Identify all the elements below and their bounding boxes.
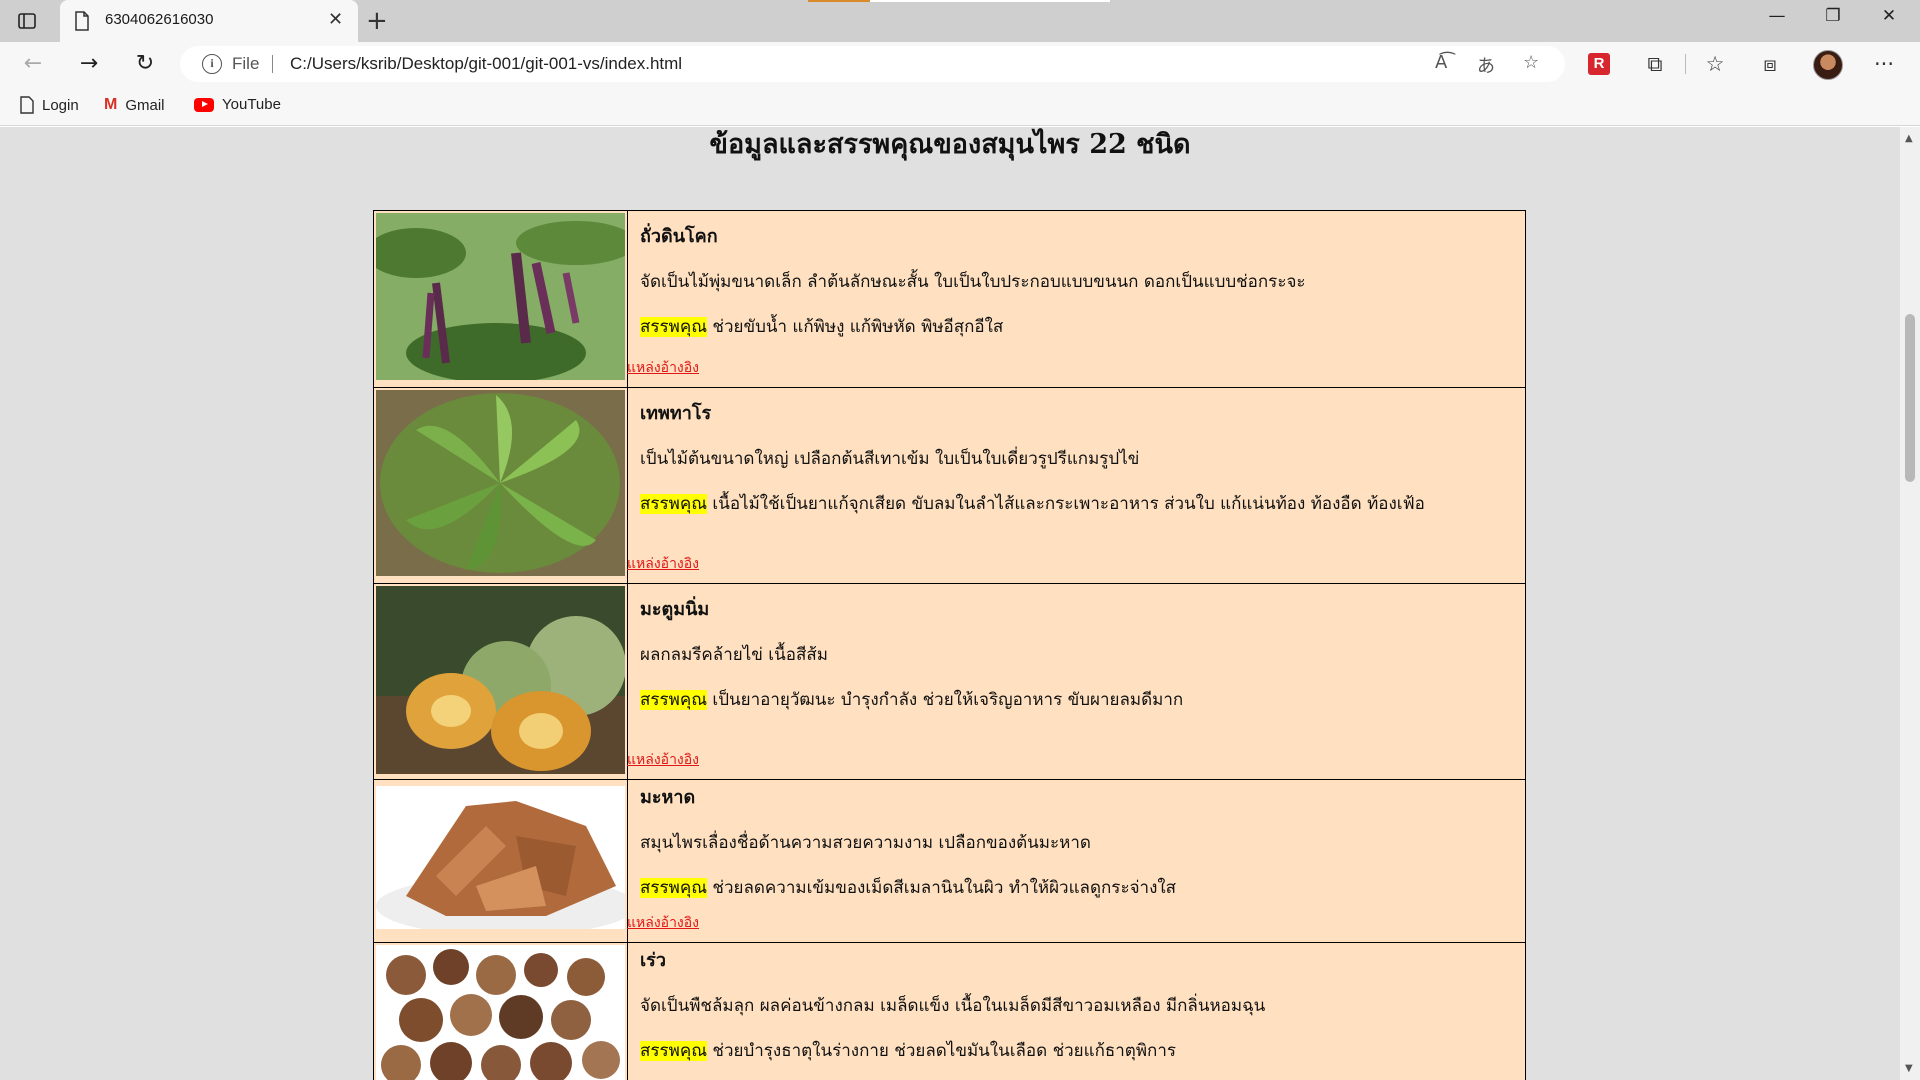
loading-indicator: [808, 0, 870, 2]
reference-link[interactable]: แหล่งอ้างอิง: [627, 912, 699, 934]
herb-benefit: สรรพคุณ เนื้อไม้ใช้เป็นยาแก้จุกเสียด ขับ…: [640, 490, 1525, 517]
benefit-label: สรรพคุณ: [640, 878, 707, 898]
bookmark-youtube[interactable]: YouTube: [194, 96, 281, 113]
herb-photo-reo: [376, 945, 625, 1080]
bookmark-login-label: Login: [42, 96, 79, 114]
herb-image-cell: [373, 210, 628, 388]
page-icon: [20, 96, 34, 114]
star-plus-icon[interactable]: ☆: [1523, 52, 1539, 73]
table-row: ถั่วดินโคก จัดเป็นไม้พุ่มขนาดเล็ก ลำต้นล…: [373, 210, 1526, 388]
table-row: มะตูมนิ่ม ผลกลมรีคล้ายไข่ เนื้อสีส้ม สรร…: [373, 583, 1526, 780]
herb-photo-thep-tharo: [376, 390, 625, 576]
close-icon[interactable]: ✕: [328, 9, 343, 30]
loading-track: [870, 0, 1110, 2]
scroll-down-icon[interactable]: ▼: [1905, 1063, 1913, 1074]
herb-info-cell: มะตูมนิ่ม ผลกลมรีคล้ายไข่ เนื้อสีส้ม สรร…: [627, 583, 1526, 780]
herb-photo-mahat: [376, 786, 625, 929]
puzzle-icon[interactable]: ⧉: [1640, 50, 1670, 78]
translate-icon[interactable]: あ: [1477, 52, 1495, 78]
url-text[interactable]: C:/Users/ksrib/Desktop/git-001/git-001-v…: [290, 54, 682, 74]
reference-link[interactable]: แหล่งอ้างอิง: [627, 357, 699, 379]
reference-link[interactable]: แหล่งอ้างอิง: [627, 749, 699, 771]
benefit-label: สรรพคุณ: [640, 1041, 707, 1061]
reference-link[interactable]: แหล่งอ้างอิง: [627, 553, 699, 575]
scroll-thumb[interactable]: [1905, 314, 1915, 482]
herb-benefit: สรรพคุณ ช่วยขับน้ำ แก้พิษงู แก้พิษหัด พิ…: [640, 313, 1525, 340]
herb-benefit: สรรพคุณ ช่วยบำรุงธาตุในร่างกาย ช่วยลดไขม…: [640, 1037, 1525, 1064]
herb-description: เป็นไม้ต้นขนาดใหญ่ เปลือกต้นสีเทาเข้ม ใบ…: [640, 449, 1140, 469]
navigation-bar: ← → ↻ i File C:/Users/ksrib/Desktop/git-…: [0, 42, 1920, 86]
back-arrow-icon[interactable]: ←: [18, 50, 48, 78]
tab-actions-icon[interactable]: [16, 10, 38, 32]
favorites-icon[interactable]: ☆: [1700, 50, 1730, 78]
reload-icon[interactable]: ↻: [130, 50, 160, 78]
herb-table: ถั่วดินโคก จัดเป็นไม้พุ่มขนาดเล็ก ลำต้นล…: [373, 210, 1526, 1080]
bookmark-gmail[interactable]: M Gmail: [104, 96, 165, 114]
herb-name: เทพทาโร: [640, 403, 712, 424]
info-icon[interactable]: i: [202, 54, 222, 74]
benefit-text: ช่วยลดความเข้มของเม็ดสีเมลานินในผิว ทำให…: [712, 878, 1177, 898]
herb-name: มะหาด: [640, 787, 696, 808]
herb-photo-matum-nim: [376, 586, 625, 774]
address-separator: [272, 55, 273, 73]
herb-info-cell: ถั่วดินโคก จัดเป็นไม้พุ่มขนาดเล็ก ลำต้นล…: [627, 210, 1526, 388]
bookmark-youtube-label: YouTube: [222, 96, 281, 113]
avatar[interactable]: [1813, 50, 1843, 80]
read-aloud-icon[interactable]: A͡: [1435, 52, 1447, 73]
vertical-scrollbar[interactable]: ▲ ▼: [1900, 127, 1920, 1080]
scroll-up-icon[interactable]: ▲: [1905, 133, 1913, 144]
tab-title: 6304062616030: [105, 11, 214, 28]
benefit-label: สรรพคุณ: [640, 494, 707, 514]
table-row: มะหาด สมุนไพรเลื่องชื่อด้านความสวยความงา…: [373, 779, 1526, 943]
restore-button[interactable]: ❐: [1810, 6, 1856, 34]
herb-image-cell: [373, 387, 628, 584]
table-row: เร่ว จัดเป็นพืชล้มลุก ผลค่อนข้างกลม เมล็…: [373, 942, 1526, 1080]
more-icon[interactable]: ···: [1869, 50, 1899, 78]
youtube-icon: [194, 97, 214, 112]
benefit-text: เนื้อไม้ใช้เป็นยาแก้จุกเสียด ขับลมในลำไส…: [712, 494, 1425, 514]
table-row: เทพทาโร เป็นไม้ต้นขนาดใหญ่ เปลือกต้นสีเท…: [373, 387, 1526, 584]
herb-benefit: สรรพคุณ ช่วยลดความเข้มของเม็ดสีเมลานินใน…: [640, 874, 1525, 901]
collections-icon[interactable]: ⧈: [1755, 50, 1785, 78]
active-tab[interactable]: 6304062616030 ✕: [60, 0, 358, 42]
herb-image-cell: [373, 942, 628, 1080]
plus-icon[interactable]: +: [366, 6, 388, 36]
benefit-label: สรรพคุณ: [640, 690, 707, 710]
bookmark-gmail-label: Gmail: [125, 96, 165, 114]
herb-photo-thua-din-khok: [376, 213, 625, 380]
benefit-text: ช่วยขับน้ำ แก้พิษงู แก้พิษหัด พิษอีสุกอี…: [712, 317, 1004, 337]
herb-name: ถั่วดินโคก: [640, 226, 718, 247]
herb-description: จัดเป็นไม้พุ่มขนาดเล็ก ลำต้นลักษณะสั้น ใ…: [640, 272, 1306, 292]
herb-description: จัดเป็นพืชล้มลุก ผลค่อนข้างกลม เมล็ดแข็ง…: [640, 996, 1266, 1016]
page-title: ข้อมูลและสรรพคุณของสมุนไพร 22 ชนิด: [709, 129, 1191, 160]
gmail-icon: M: [104, 96, 118, 113]
benefit-label: สรรพคุณ: [640, 317, 707, 337]
herb-image-cell: [373, 583, 628, 780]
page-viewport: ข้อมูลและสรรพคุณของสมุนไพร 22 ชนิด ถั่วด…: [0, 127, 1900, 1080]
bookmark-login[interactable]: Login: [20, 96, 79, 114]
forward-arrow-icon[interactable]: →: [74, 50, 104, 78]
address-prefix: File: [232, 54, 260, 73]
address-bar[interactable]: i File C:/Users/ksrib/Desktop/git-001/gi…: [180, 46, 1565, 82]
tab-strip: 6304062616030 ✕ + — ❐ ✕: [0, 0, 1920, 42]
herb-info-cell: เร่ว จัดเป็นพืชล้มลุก ผลค่อนข้างกลม เมล็…: [627, 942, 1526, 1080]
minimize-button[interactable]: —: [1754, 6, 1800, 34]
herb-description: ผลกลมรีคล้ายไข่ เนื้อสีส้ม: [640, 645, 828, 665]
page-icon: [75, 11, 89, 31]
benefit-text: ช่วยบำรุงธาตุในร่างกาย ช่วยลดไขมันในเลือ…: [712, 1041, 1177, 1061]
benefit-text: เป็นยาอายุวัฒนะ บำรุงกำลัง ช่วยให้เจริญอ…: [712, 690, 1184, 710]
herb-info-cell: เทพทาโร เป็นไม้ต้นขนาดใหญ่ เปลือกต้นสีเท…: [627, 387, 1526, 584]
herb-description: สมุนไพรเลื่องชื่อด้านความสวยความงาม เปลื…: [640, 833, 1091, 853]
r-extension-icon[interactable]: R: [1588, 53, 1610, 75]
herb-info-cell: มะหาด สมุนไพรเลื่องชื่อด้านความสวยความงา…: [627, 779, 1526, 943]
window-close-button[interactable]: ✕: [1866, 6, 1912, 34]
herb-name: เร่ว: [640, 950, 666, 971]
herb-image-cell: [373, 779, 628, 943]
bookmarks-bar: Login M Gmail YouTube: [0, 86, 1920, 126]
herb-benefit: สรรพคุณ เป็นยาอายุวัฒนะ บำรุงกำลัง ช่วยใ…: [640, 686, 1525, 713]
herb-name: มะตูมนิ่ม: [640, 599, 710, 620]
toolbar-separator: [1685, 54, 1686, 74]
